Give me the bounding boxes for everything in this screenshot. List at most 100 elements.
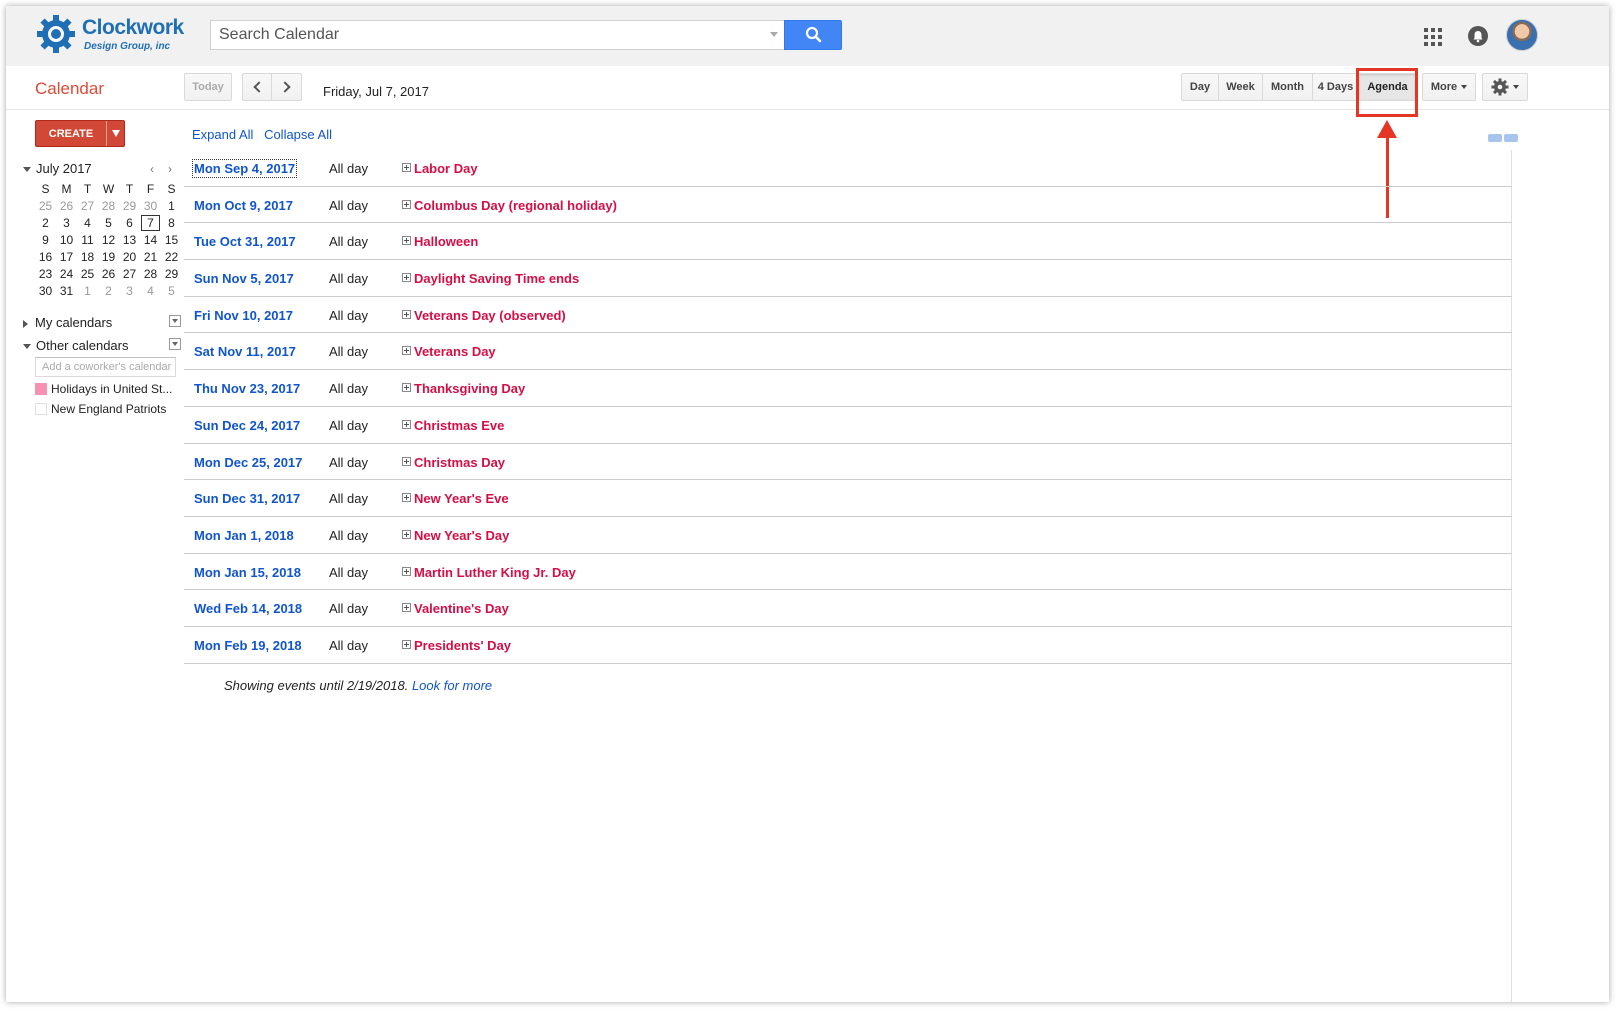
mini-calendar-day[interactable]: 26 xyxy=(56,197,77,214)
expand-plus-icon[interactable] xyxy=(402,529,411,539)
mini-calendar-day[interactable]: 6 xyxy=(119,214,140,231)
mini-calendar-day[interactable]: 23 xyxy=(35,265,56,282)
mini-calendar-day[interactable]: 13 xyxy=(119,231,140,248)
mini-calendar-day[interactable]: 20 xyxy=(119,248,140,265)
agenda-event[interactable]: Christmas Day xyxy=(402,455,505,470)
expand-plus-icon[interactable] xyxy=(402,383,411,393)
mini-calendar-next-icon[interactable]: › xyxy=(168,162,172,176)
mini-calendar-day[interactable]: 17 xyxy=(56,248,77,265)
calendar-item-holidays[interactable]: Holidays in United St... xyxy=(35,382,185,398)
calendar-item-patriots[interactable]: New England Patriots xyxy=(35,402,185,418)
search-button[interactable] xyxy=(784,20,842,50)
my-calendars-menu-icon[interactable] xyxy=(169,315,181,327)
mini-calendar-day[interactable]: 25 xyxy=(77,265,98,282)
agenda-event[interactable]: Presidents' Day xyxy=(402,638,511,653)
collapse-triangle-icon[interactable] xyxy=(23,167,31,173)
mini-calendar-day[interactable]: 1 xyxy=(77,282,98,299)
agenda-event[interactable]: Labor Day xyxy=(402,161,478,176)
view-month-button[interactable]: Month xyxy=(1263,73,1313,101)
mini-calendar-prev-icon[interactable]: ‹ xyxy=(150,162,154,176)
agenda-date-link[interactable]: Thu Nov 23, 2017 xyxy=(194,381,300,396)
create-event-button[interactable]: CREATE xyxy=(35,120,125,147)
mini-calendar-day[interactable]: 31 xyxy=(56,282,77,299)
expand-plus-icon[interactable] xyxy=(402,236,411,246)
agenda-event[interactable]: Valentine's Day xyxy=(402,601,509,616)
agenda-date-link[interactable]: Mon Sep 4, 2017 xyxy=(191,159,298,178)
expand-plus-icon[interactable] xyxy=(402,566,411,576)
my-calendars-section[interactable]: My calendars xyxy=(23,315,183,330)
today-button[interactable]: Today xyxy=(184,73,232,101)
agenda-date-link[interactable]: Mon Jan 15, 2018 xyxy=(194,565,301,580)
mini-calendar-day[interactable]: 4 xyxy=(140,282,161,299)
agenda-date-link[interactable]: Tue Oct 31, 2017 xyxy=(194,234,296,249)
expand-plus-icon[interactable] xyxy=(402,419,411,429)
create-options-dropdown[interactable] xyxy=(106,121,124,146)
agenda-event[interactable]: New Year's Eve xyxy=(402,491,509,506)
agenda-date-link[interactable]: Mon Dec 25, 2017 xyxy=(194,455,302,470)
expand-plus-icon[interactable] xyxy=(402,309,411,319)
previous-period-button[interactable] xyxy=(242,73,272,101)
account-avatar[interactable] xyxy=(1506,19,1538,51)
agenda-event[interactable]: Daylight Saving Time ends xyxy=(402,271,579,286)
brand-logo[interactable]: Clockwork Design Group, inc xyxy=(36,14,186,56)
expand-plus-icon[interactable] xyxy=(402,199,411,209)
expand-plus-icon[interactable] xyxy=(402,163,411,172)
mini-calendar-day[interactable]: 5 xyxy=(161,282,182,299)
agenda-event[interactable]: Columbus Day (regional holiday) xyxy=(402,198,617,213)
mini-calendar-day[interactable]: 24 xyxy=(56,265,77,282)
search-options-caret-icon[interactable] xyxy=(770,32,778,37)
expand-plus-icon[interactable] xyxy=(402,346,411,356)
view-4days-button[interactable]: 4 Days xyxy=(1313,73,1359,101)
notifications-bell-icon[interactable] xyxy=(1468,26,1488,46)
expand-triangle-icon[interactable] xyxy=(23,319,28,328)
mini-calendar-day[interactable]: 18 xyxy=(77,248,98,265)
mini-calendar-day[interactable]: 4 xyxy=(77,214,98,231)
mini-calendar-day[interactable]: 30 xyxy=(140,197,161,214)
agenda-event[interactable]: Martin Luther King Jr. Day xyxy=(402,565,576,580)
look-for-more-link[interactable]: Look for more xyxy=(412,678,492,693)
mini-calendar-day[interactable]: 22 xyxy=(161,248,182,265)
expand-all-link[interactable]: Expand All xyxy=(192,127,253,142)
agenda-date-link[interactable]: Mon Oct 9, 2017 xyxy=(194,198,293,213)
mini-calendar-day[interactable]: 21 xyxy=(140,248,161,265)
add-coworker-calendar-input[interactable] xyxy=(35,357,176,377)
agenda-scrollbar[interactable] xyxy=(1511,150,1525,1002)
mini-calendar-day[interactable]: 14 xyxy=(140,231,161,248)
mini-calendar-day[interactable]: 2 xyxy=(35,214,56,231)
mini-calendar-day[interactable]: 29 xyxy=(161,265,182,282)
mini-calendar-day[interactable]: 15 xyxy=(161,231,182,248)
mini-calendar-day[interactable]: 5 xyxy=(98,214,119,231)
mini-calendar-day[interactable]: 7 xyxy=(140,214,161,231)
mini-calendar-day[interactable]: 3 xyxy=(119,282,140,299)
mini-calendar-day[interactable]: 29 xyxy=(119,197,140,214)
scroll-up-icon[interactable] xyxy=(1488,134,1502,142)
agenda-date-link[interactable]: Sun Dec 31, 2017 xyxy=(194,491,300,506)
mini-calendar-day[interactable]: 27 xyxy=(119,265,140,282)
collapse-all-link[interactable]: Collapse All xyxy=(264,127,332,142)
expand-plus-icon[interactable] xyxy=(402,493,411,503)
mini-calendar-day[interactable]: 8 xyxy=(161,214,182,231)
mini-calendar-day[interactable]: 11 xyxy=(77,231,98,248)
next-period-button[interactable] xyxy=(272,73,302,101)
mini-calendar-day[interactable]: 28 xyxy=(140,265,161,282)
mini-calendar-day[interactable]: 30 xyxy=(35,282,56,299)
mini-calendar-day[interactable]: 25 xyxy=(35,197,56,214)
mini-calendar-day[interactable]: 2 xyxy=(98,282,119,299)
expand-plus-icon[interactable] xyxy=(402,639,411,649)
mini-calendar-day[interactable]: 26 xyxy=(98,265,119,282)
expand-plus-icon[interactable] xyxy=(402,456,411,466)
expand-plus-icon[interactable] xyxy=(402,273,411,283)
scroll-down-icon[interactable] xyxy=(1504,134,1518,142)
view-day-button[interactable]: Day xyxy=(1181,73,1219,101)
search-input[interactable] xyxy=(211,21,761,49)
mini-calendar-day[interactable]: 1 xyxy=(161,197,182,214)
agenda-date-link[interactable]: Sun Dec 24, 2017 xyxy=(194,418,300,433)
mini-calendar-day[interactable]: 19 xyxy=(98,248,119,265)
apps-grid-icon[interactable] xyxy=(1424,28,1442,46)
settings-button[interactable] xyxy=(1482,73,1528,101)
agenda-date-link[interactable]: Fri Nov 10, 2017 xyxy=(194,308,293,323)
mini-calendar-day[interactable]: 12 xyxy=(98,231,119,248)
mini-calendar-day[interactable]: 10 xyxy=(56,231,77,248)
agenda-event[interactable]: Veterans Day (observed) xyxy=(402,308,566,323)
mini-calendar-day[interactable]: 28 xyxy=(98,197,119,214)
